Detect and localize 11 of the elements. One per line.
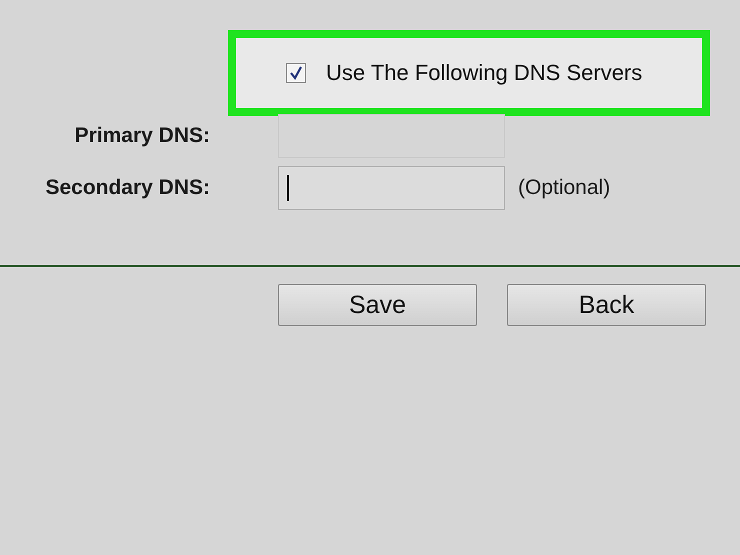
save-button[interactable]: Save [278, 284, 477, 326]
checkbox-label: Use The Following DNS Servers [326, 60, 642, 86]
check-icon [289, 66, 303, 80]
field-label: Primary DNS: [74, 124, 210, 148]
field-note: (Optional) [518, 176, 612, 200]
back-button[interactable]: Back [507, 284, 706, 326]
text-cursor [287, 175, 289, 201]
input-field[interactable] [278, 166, 505, 210]
field-label: Secondary DNS: [45, 176, 210, 200]
checkbox[interactable] [286, 63, 306, 83]
input-field[interactable] [278, 114, 505, 158]
